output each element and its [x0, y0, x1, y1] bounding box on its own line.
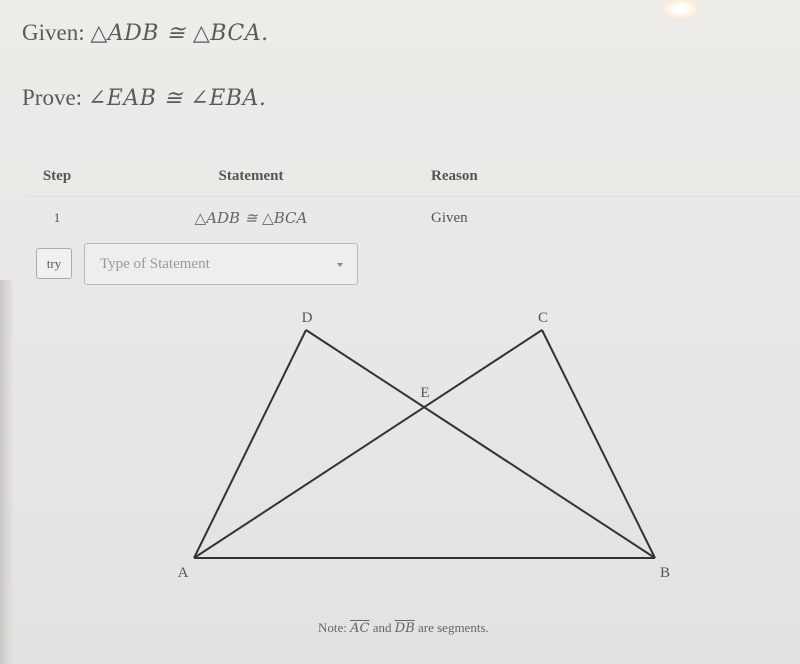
- point-label-a: A: [178, 565, 189, 581]
- point-label-d: D: [302, 310, 313, 326]
- figure-labels: A B C D E: [178, 310, 670, 581]
- note-and: and: [372, 620, 392, 635]
- figure-segments: [193, 329, 656, 559]
- segment-ad: [193, 329, 307, 559]
- figure-note: Note: AC and DB are segments.: [318, 620, 489, 636]
- segment-bc: [541, 329, 656, 559]
- note-suffix: are segments.: [418, 620, 489, 635]
- point-label-c: C: [538, 310, 548, 326]
- note-segment-db: DB: [394, 621, 415, 636]
- segment-ac: [193, 329, 543, 559]
- geometry-figure: A B C D E: [178, 310, 670, 581]
- point-label-e: E: [420, 385, 429, 401]
- note-prefix: Note:: [318, 620, 347, 635]
- note-segment-ac: AC: [350, 621, 370, 636]
- segment-db: [305, 329, 656, 559]
- point-label-b: B: [660, 565, 670, 581]
